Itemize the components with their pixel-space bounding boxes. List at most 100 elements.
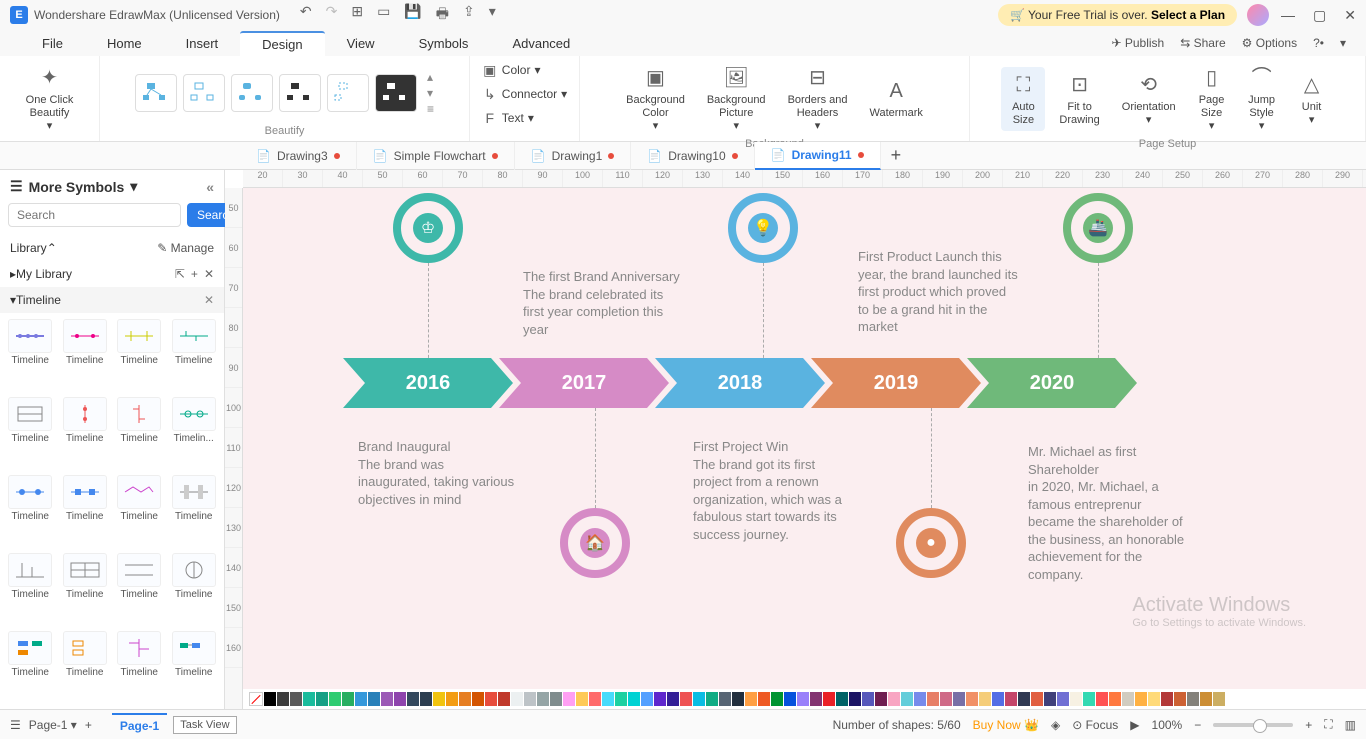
auto-size-button[interactable]: ⛶Auto Size [1001,67,1045,131]
menu-file[interactable]: File [20,32,85,55]
color-swatch[interactable] [303,692,315,706]
timeline-icon-2019[interactable]: ● [896,508,966,578]
color-swatch[interactable] [1096,692,1108,706]
zoom-out[interactable]: − [1194,718,1201,732]
color-swatch[interactable] [550,692,562,706]
doc-tab-drawing3[interactable]: 📄 Drawing3 [240,142,357,170]
color-swatch[interactable] [498,692,510,706]
shape-cell[interactable]: Timeline [170,475,219,547]
color-swatch[interactable] [524,692,536,706]
presentation-icon[interactable]: ▶ [1130,718,1139,732]
canvas[interactable]: ♔ 💡 🚢 2016 2017 2018 2019 2020 🏠 ● The f… [243,188,1366,689]
text-2017[interactable]: The first Brand Anniversary The brand ce… [523,268,683,338]
arrow-2019[interactable]: 2019 [811,358,981,408]
watermark-button[interactable]: AWatermark [862,73,931,124]
color-swatch[interactable] [849,692,861,706]
color-swatch[interactable] [316,692,328,706]
shape-cell[interactable]: Timeline [6,553,55,625]
color-swatch[interactable] [875,692,887,706]
doc-tab-drawing10[interactable]: 📄 Drawing10 [631,142,754,170]
shape-cell[interactable]: Timelin... [170,397,219,469]
color-swatch[interactable] [589,692,601,706]
shape-cell[interactable]: Timeline [61,553,110,625]
page-tab[interactable]: Page-1 [112,713,167,737]
export-button[interactable]: ⇪ [463,3,475,27]
color-swatch[interactable] [628,692,640,706]
color-dropdown[interactable]: ▣Color ▾ [476,60,547,80]
color-swatch[interactable] [680,692,692,706]
color-swatch[interactable] [407,692,419,706]
shape-cell[interactable]: Timeline [115,631,164,703]
menu-view[interactable]: View [325,32,397,55]
color-swatch[interactable] [862,692,874,706]
style-prev[interactable]: ▴ [427,70,434,84]
shape-cell[interactable]: Timeline [115,397,164,469]
shape-cell[interactable]: Timeline [61,397,110,469]
lib-export-icon[interactable]: ⇱ [175,267,185,281]
color-swatch[interactable] [277,692,289,706]
outline-icon[interactable]: ☰ [10,718,21,732]
color-swatch[interactable] [1109,692,1121,706]
color-swatch[interactable] [654,692,666,706]
shape-cell[interactable]: Timeline [115,475,164,547]
shape-cell[interactable]: Timeline [6,475,55,547]
color-swatch[interactable] [446,692,458,706]
buy-now-link[interactable]: Buy Now 👑 [973,718,1039,732]
color-swatch[interactable] [979,692,991,706]
undo-button[interactable]: ↶ [300,3,312,27]
borders-headers-button[interactable]: ⊟Borders and Headers ▾ [780,60,856,138]
color-swatch[interactable] [1187,692,1199,706]
color-swatch[interactable] [758,692,770,706]
timeline-icon-2016[interactable]: ♔ [393,193,463,263]
add-page-button[interactable]: + [85,718,92,732]
search-input[interactable] [8,203,181,227]
shape-cell[interactable]: Timeline [61,475,110,547]
color-swatch[interactable] [355,692,367,706]
style-tile-3[interactable] [231,74,273,112]
timeline-icon-2018[interactable]: 💡 [728,193,798,263]
menu-home[interactable]: Home [85,32,164,55]
focus-button[interactable]: ⊙ Focus [1072,718,1118,732]
maximize-button[interactable]: ▢ [1313,7,1326,24]
menu-insert[interactable]: Insert [164,32,241,55]
text-2018[interactable]: First Project Win The brand got its firs… [693,438,853,543]
close-button[interactable]: ✕ [1344,7,1356,24]
color-swatch[interactable] [576,692,588,706]
text-dropdown[interactable]: FText ▾ [476,108,540,128]
shape-cell[interactable]: Timeline [61,319,110,391]
connector-dropdown[interactable]: ↳Connector ▾ [476,84,573,104]
color-swatch[interactable] [472,692,484,706]
ribbon-collapse[interactable]: ▾ [1340,36,1346,50]
color-swatch[interactable] [745,692,757,706]
style-more[interactable]: ≡ [427,102,434,116]
style-tile-1[interactable] [135,74,177,112]
color-swatch[interactable] [1005,692,1017,706]
shape-cell[interactable]: Timeline [61,631,110,703]
my-library[interactable]: My Library [16,267,72,281]
color-swatch[interactable] [732,692,744,706]
color-swatch[interactable] [1213,692,1225,706]
color-swatch[interactable] [1083,692,1095,706]
shape-cell[interactable]: Timeline [6,631,55,703]
unit-button[interactable]: △Unit ▾ [1290,67,1334,131]
menu-advanced[interactable]: Advanced [490,32,592,55]
color-swatch[interactable] [641,692,653,706]
sidebar-collapse[interactable]: « [206,179,214,195]
color-swatch[interactable] [1070,692,1082,706]
shape-cell[interactable]: Timeline [170,553,219,625]
user-avatar[interactable] [1247,4,1269,26]
menu-design[interactable]: Design [240,31,324,56]
color-swatch[interactable] [927,692,939,706]
color-swatch[interactable] [706,692,718,706]
color-swatch[interactable] [966,692,978,706]
color-swatch[interactable] [433,692,445,706]
color-swatch[interactable] [1057,692,1069,706]
zoom-in[interactable]: + [1305,718,1312,732]
zoom-slider[interactable] [1213,723,1293,727]
color-swatch[interactable] [1122,692,1134,706]
color-swatch[interactable] [1200,692,1212,706]
open-button[interactable]: ▭ [377,3,390,27]
color-swatch[interactable] [264,692,276,706]
timeline-icon-2020[interactable]: 🚢 [1063,193,1133,263]
color-swatch[interactable] [290,692,302,706]
